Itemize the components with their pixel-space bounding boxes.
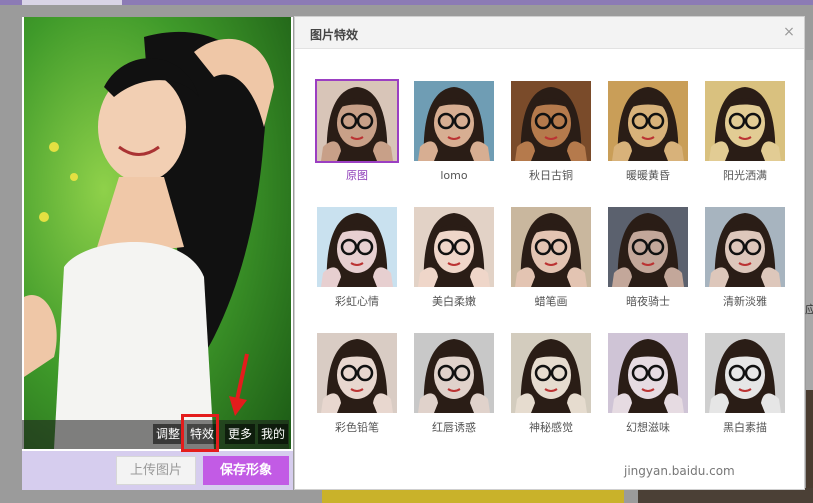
save-avatar-button[interactable]: 保存形象 (203, 456, 289, 485)
effect-thumbnail (509, 79, 593, 163)
effect-label: 幻想滋味 (626, 421, 670, 434)
effect-item[interactable]: 原图 (315, 79, 399, 183)
effect-thumbnail (315, 79, 399, 163)
effect-item[interactable]: lomo (412, 79, 496, 183)
effect-item[interactable]: 彩色铅笔 (315, 331, 399, 435)
effect-label: 秋日古铜 (529, 169, 573, 182)
effect-label: 黑白素描 (723, 421, 767, 434)
effect-label: 阳光洒满 (723, 169, 767, 182)
effect-item[interactable]: 秋日古铜 (509, 79, 593, 183)
tool-more-button[interactable]: 更多 (225, 424, 256, 444)
effect-thumbnail (509, 331, 593, 415)
effect-label: 暗夜骑士 (626, 295, 670, 308)
dialog-header: 图片特效 × (295, 17, 804, 49)
background-right-text: 应 (805, 303, 813, 316)
effect-label: 红唇诱惑 (432, 421, 476, 434)
background-dark-strip (638, 488, 813, 503)
editor-action-bar: 上传图片 保存形象 (22, 451, 293, 490)
watermark: Bai 经验 jingyan.baidu.com (624, 442, 735, 478)
effect-item[interactable]: 暖暖黄昏 (606, 79, 690, 183)
effect-label: 美白柔嫩 (432, 295, 476, 308)
effect-label: 彩色铅笔 (335, 421, 379, 434)
effect-thumbnail (606, 331, 690, 415)
effects-dialog: 图片特效 × 原图 lomo 秋日古铜 暖暖黄昏 阳光洒满彩虹心情 美白柔嫩 蜡笔画 暗夜骑士… (294, 16, 805, 490)
upload-image-button[interactable]: 上传图片 (116, 456, 196, 485)
effect-label: lomo (440, 169, 468, 182)
close-icon[interactable]: × (782, 25, 796, 39)
effect-item[interactable]: 阳光洒满 (703, 79, 787, 183)
effect-thumbnail (412, 79, 496, 163)
background-topbar (0, 0, 813, 5)
effect-label: 原图 (346, 169, 368, 182)
background-right-photo (806, 390, 813, 488)
watermark-logo: Bai 经验 (624, 446, 678, 461)
effect-thumbnail (703, 205, 787, 289)
effect-thumbnail (606, 79, 690, 163)
effect-item[interactable]: 清新淡雅 (703, 205, 787, 309)
effect-thumbnail (606, 205, 690, 289)
effect-thumbnail (315, 331, 399, 415)
effect-item[interactable]: 彩虹心情 (315, 205, 399, 309)
effect-label: 蜡笔画 (534, 295, 568, 308)
effect-item[interactable]: 红唇诱惑 (412, 331, 496, 435)
effect-label: 清新淡雅 (723, 295, 767, 308)
avatar-editor-panel: 调整 特效 更多 我的 上传图片 保存形象 (22, 17, 293, 490)
effect-thumbnail (412, 205, 496, 289)
background-topbar-highlight (22, 0, 122, 5)
effect-label: 彩虹心情 (335, 295, 379, 308)
effect-thumbnail (703, 331, 787, 415)
dialog-title: 图片特效 (310, 28, 359, 42)
effect-item[interactable]: 神秘感觉 (509, 331, 593, 435)
tool-adjust-button[interactable]: 调整 (153, 424, 184, 444)
watermark-url: jingyan.baidu.com (624, 464, 735, 478)
effect-item[interactable]: 幻想滋味 (606, 331, 690, 435)
annotation-highlight-box (181, 414, 219, 452)
tool-mine-button[interactable]: 我的 (258, 424, 289, 444)
effect-label: 神秘感觉 (529, 421, 573, 434)
effect-thumbnail (315, 205, 399, 289)
annotation-arrow-icon (229, 353, 249, 416)
effect-item[interactable]: 黑白素描 (703, 331, 787, 435)
effect-item[interactable]: 暗夜骑士 (606, 205, 690, 309)
effect-thumbnail (412, 331, 496, 415)
background-right-panel (806, 60, 813, 390)
effect-thumbnail (509, 205, 593, 289)
background-yellow-strip (322, 488, 624, 503)
effect-item[interactable]: 蜡笔画 (509, 205, 593, 309)
effect-item[interactable]: 美白柔嫩 (412, 205, 496, 309)
effect-thumbnail (703, 79, 787, 163)
effect-label: 暖暖黄昏 (626, 169, 670, 182)
